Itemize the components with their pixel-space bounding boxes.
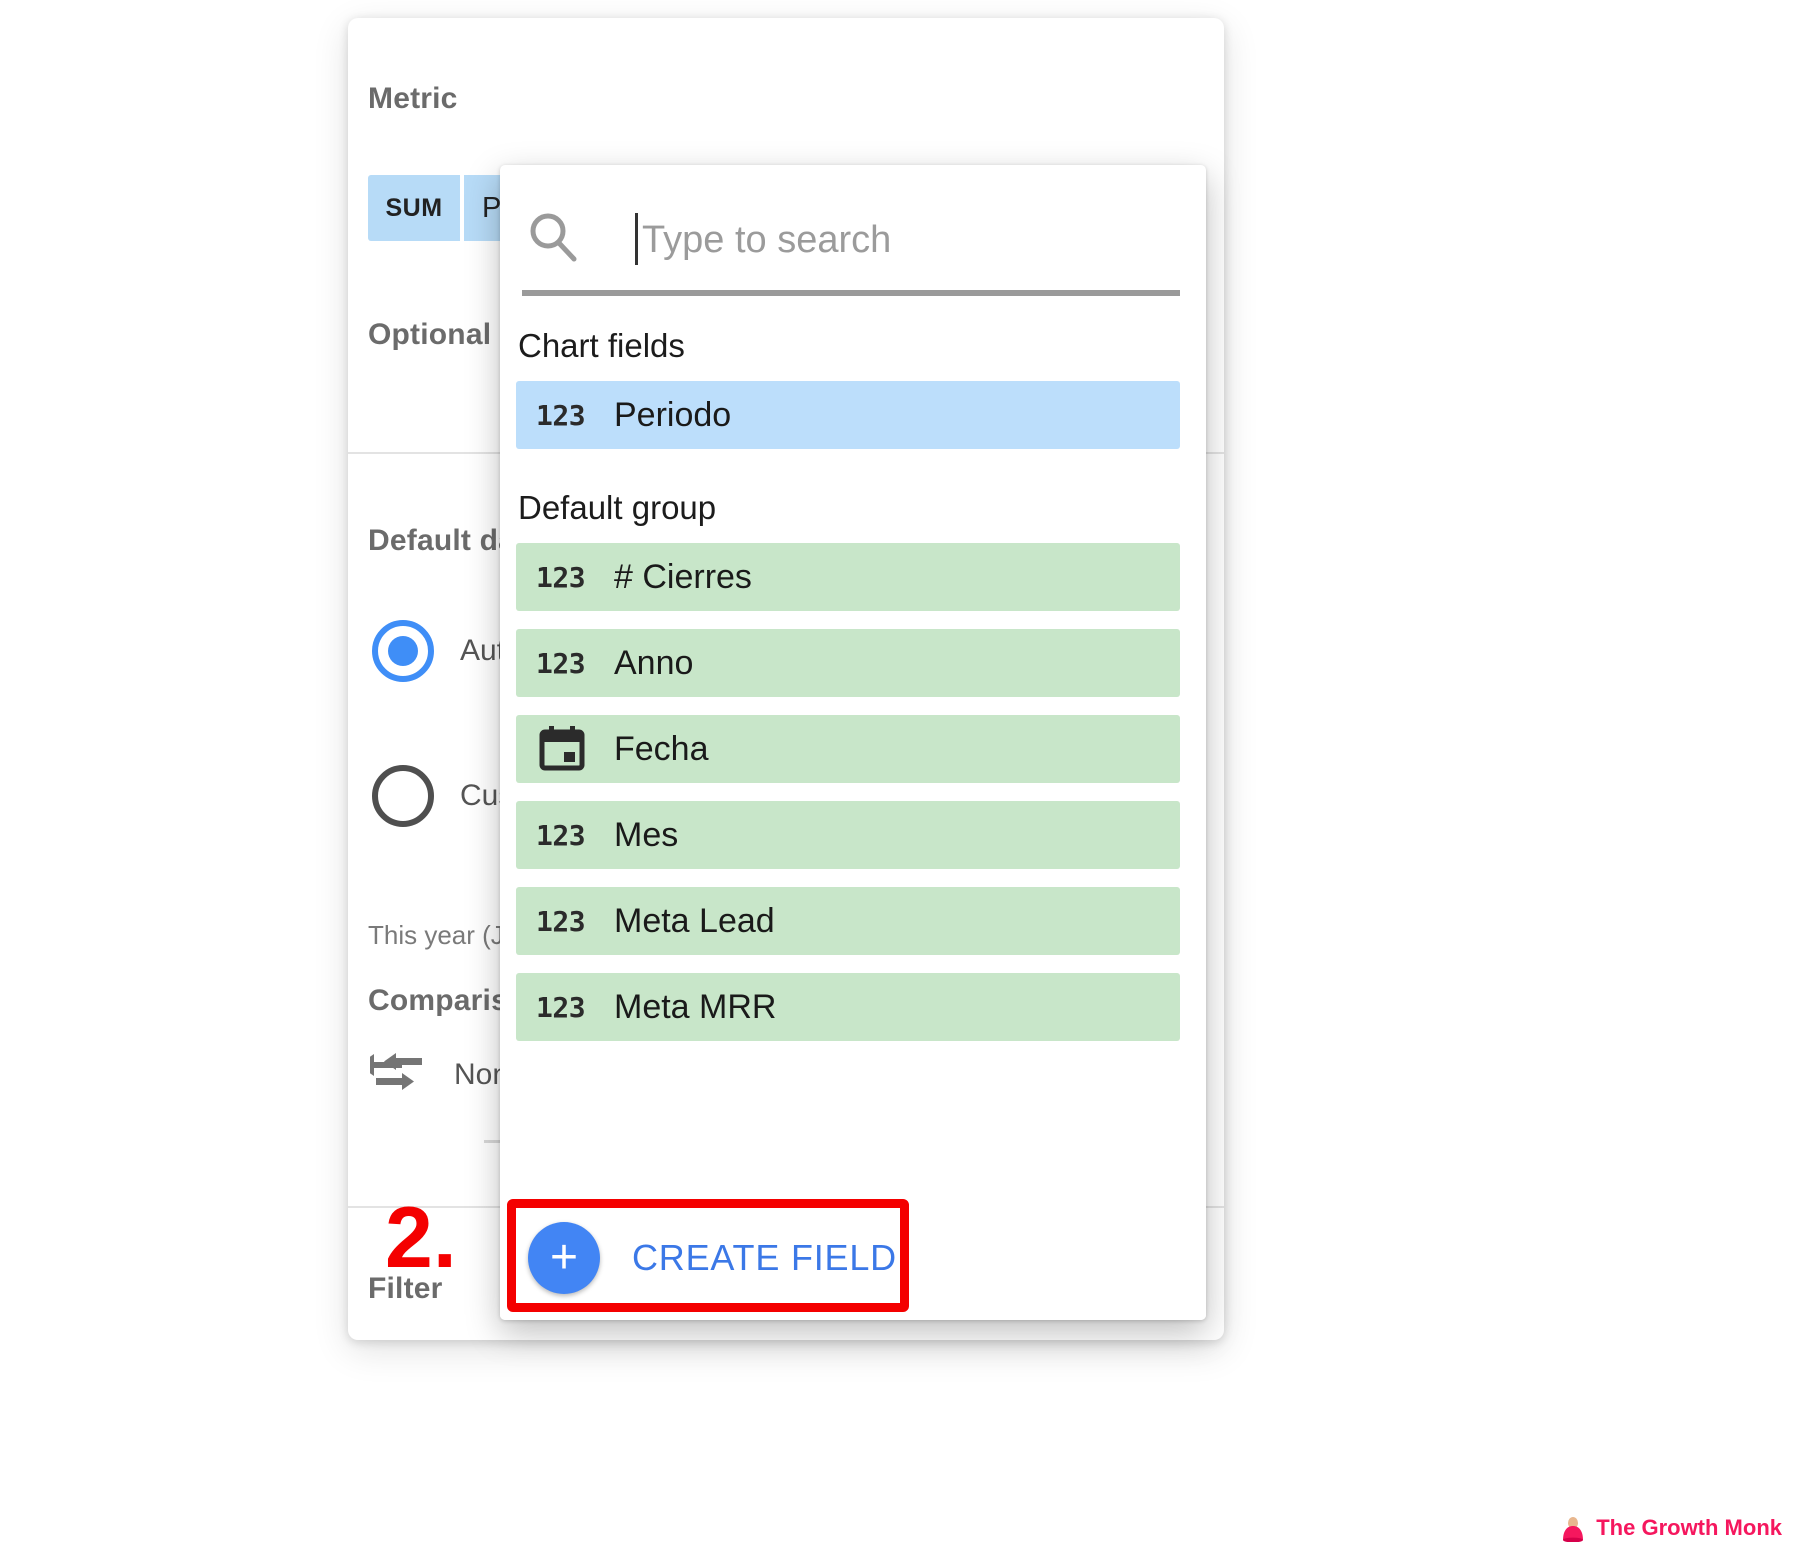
watermark-text: The Growth Monk: [1596, 1515, 1782, 1540]
field-list[interactable]: Chart fields 123 Periodo Default group 1…: [500, 305, 1206, 1195]
field-row[interactable]: 123 Mes: [516, 801, 1180, 869]
watermark: The Growth Monk: [1560, 1514, 1782, 1543]
calendar-icon: [536, 726, 588, 772]
number-type-icon: 123: [536, 904, 586, 938]
annotation-step-number: 2.: [385, 1190, 457, 1286]
field-name: Meta MRR: [614, 987, 777, 1026]
number-type-icon: 123: [536, 646, 586, 680]
search-underline: [522, 290, 1180, 296]
field-row[interactable]: 123 Meta MRR: [516, 973, 1180, 1041]
create-field-button[interactable]: + CREATE FIELD: [500, 1195, 1206, 1320]
metric-aggregation-chip[interactable]: SUM: [368, 175, 460, 241]
plus-glyph: +: [549, 1230, 579, 1284]
text-caret: [635, 213, 638, 265]
field-row[interactable]: Fecha: [516, 715, 1180, 783]
field-name: Mes: [614, 815, 679, 854]
search-placeholder: Type to search: [642, 219, 892, 261]
field-name: Fecha: [614, 729, 709, 768]
section-label-metric: Metric: [368, 82, 458, 115]
field-row[interactable]: 123 Meta Lead: [516, 887, 1180, 955]
field-name: Anno: [614, 643, 694, 682]
number-type-icon: 123: [536, 818, 586, 852]
search-icon: [524, 209, 582, 267]
monk-icon: [1560, 1514, 1586, 1543]
compare-arrows-icon: [358, 1050, 432, 1100]
dropdown-search-area: Type to search: [500, 165, 1206, 305]
field-row[interactable]: 123 Anno: [516, 629, 1180, 697]
create-field-label: CREATE FIELD: [632, 1236, 897, 1278]
field-row[interactable]: 123 # Cierres: [516, 543, 1180, 611]
number-type-icon: 123: [536, 560, 586, 594]
field-name: Periodo: [614, 395, 732, 434]
field-row[interactable]: 123 Periodo: [516, 381, 1180, 449]
radio-custom-icon[interactable]: [372, 765, 434, 827]
screenshot-root: Metric SUM Periodo Optional metrics Defa…: [0, 0, 1800, 1560]
plus-icon[interactable]: +: [528, 1221, 600, 1294]
field-name: # Cierres: [614, 557, 752, 596]
number-type-icon: 123: [536, 398, 586, 432]
field-name: Meta Lead: [614, 901, 775, 940]
radio-auto-icon[interactable]: [372, 620, 434, 682]
group-title-default-group: Default group: [518, 489, 717, 526]
group-title-chart-fields: Chart fields: [518, 327, 685, 364]
number-type-icon: 123: [536, 990, 586, 1024]
field-picker-dropdown: Type to search Chart fields 123 Periodo …: [500, 165, 1206, 1320]
